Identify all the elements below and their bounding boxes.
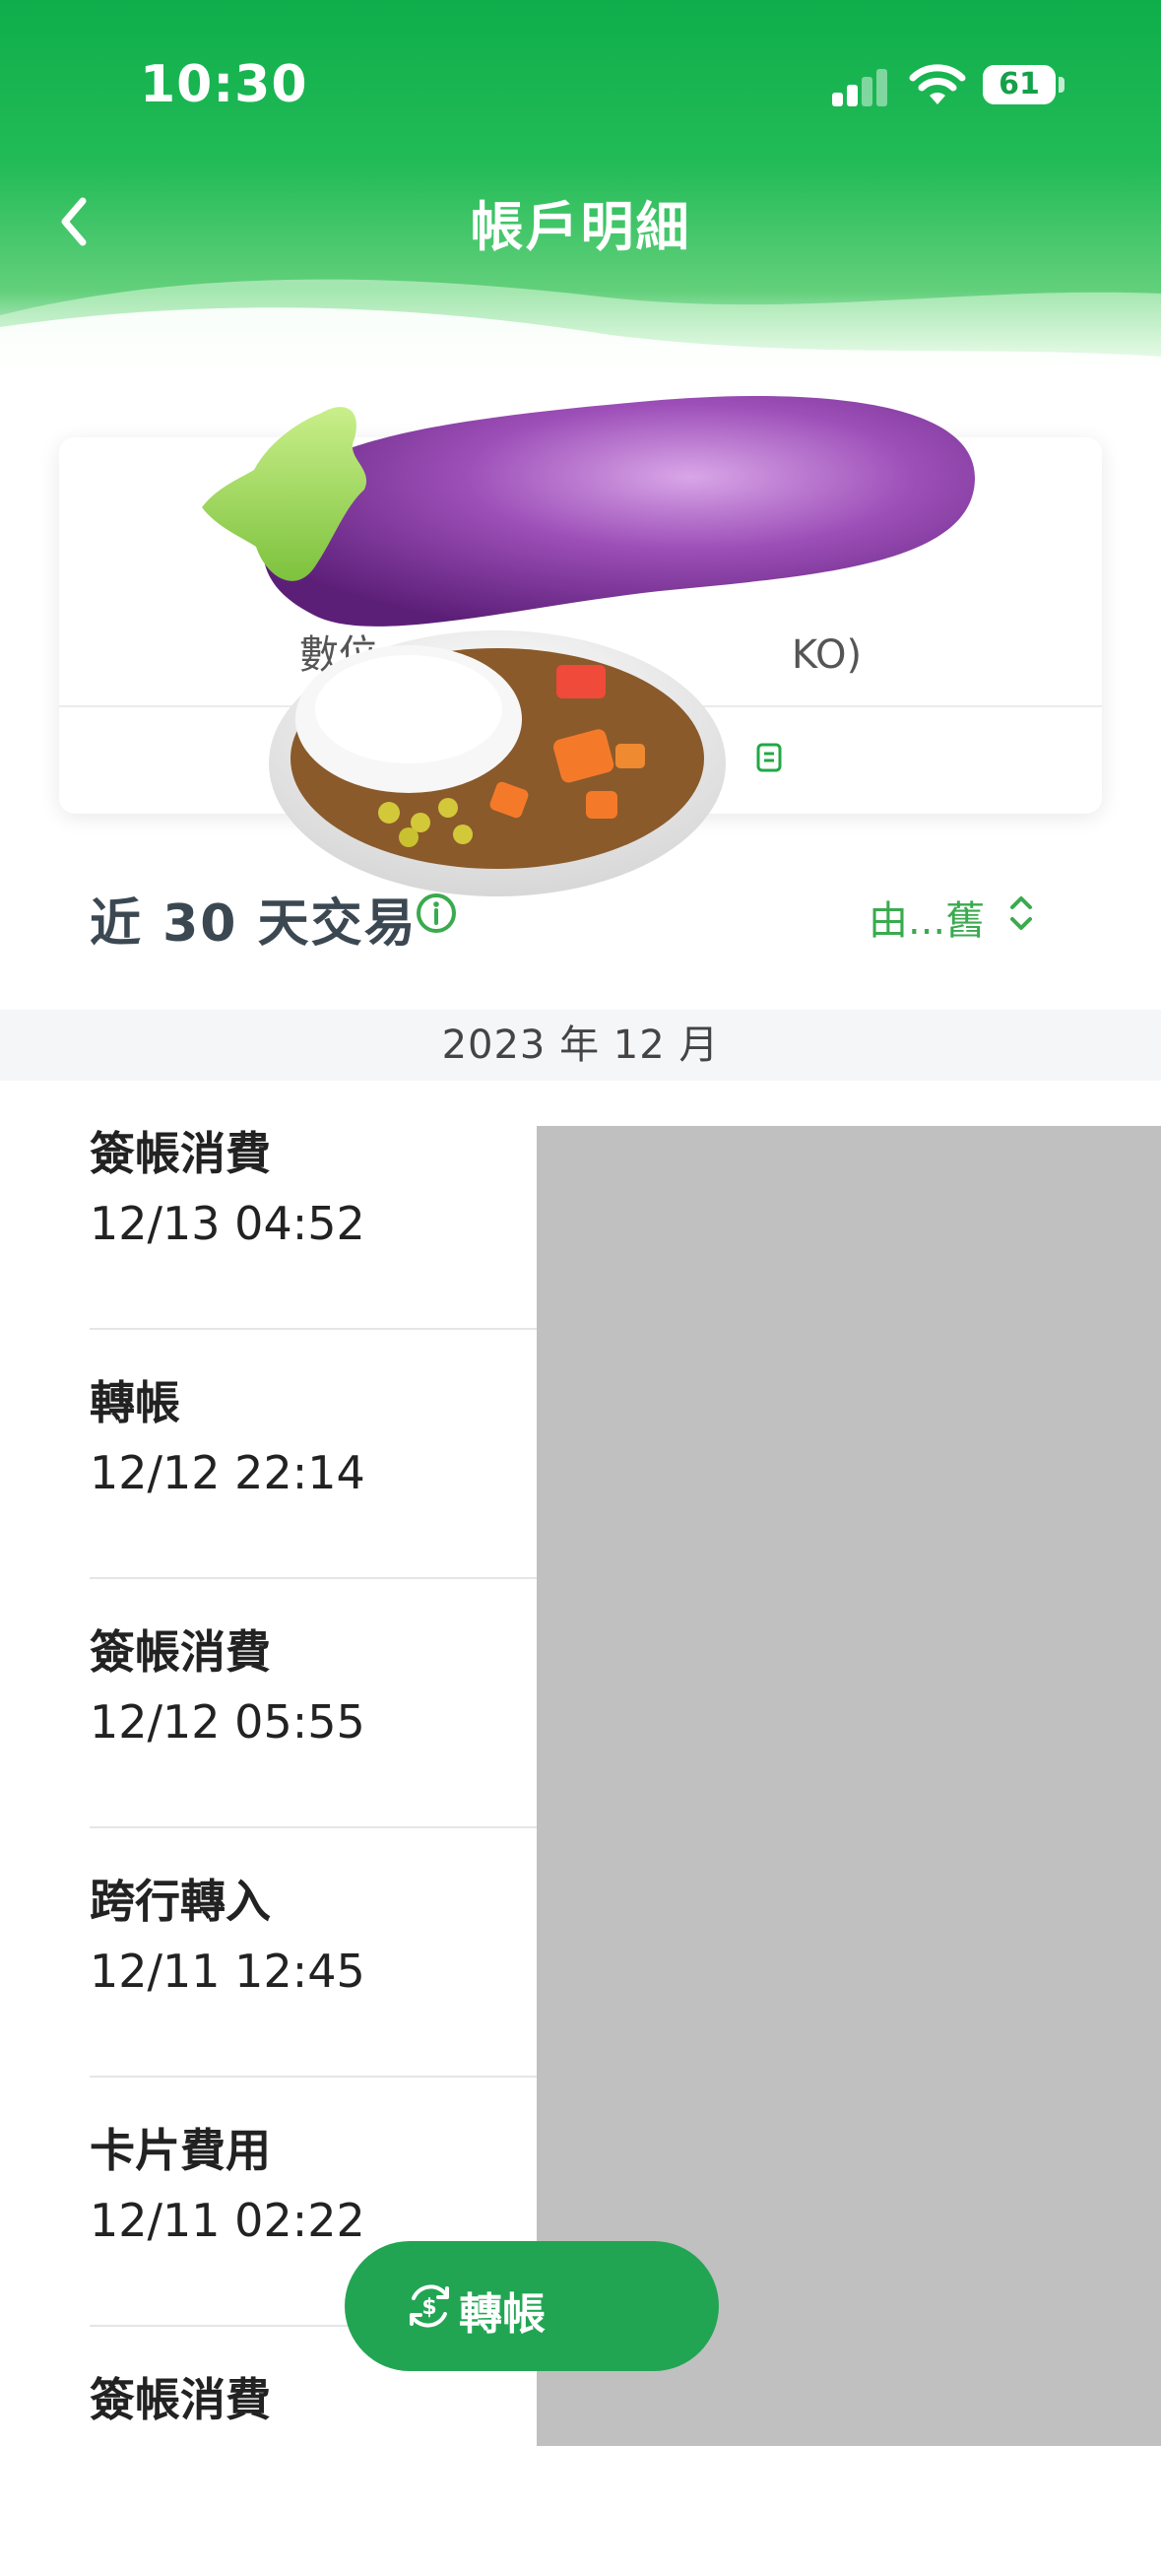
transaction-time: 12/13 04:52 <box>90 1197 365 1250</box>
transaction-time: 12/12 22:14 <box>90 1446 365 1499</box>
battery-tip <box>1059 77 1064 93</box>
transfer-button[interactable]: $ 轉帳 <box>345 2241 719 2371</box>
wifi-icon <box>909 64 966 104</box>
sort-button[interactable]: 由...舊 <box>869 889 985 946</box>
svg-text:$: $ <box>421 2295 436 2320</box>
month-label: 2023 年 12 月 <box>441 1023 720 1068</box>
battery-level: 61 <box>999 67 1040 101</box>
transaction-type: 簽帳消費 <box>90 1625 271 1679</box>
transaction-time: 12/11 12:45 <box>90 1945 365 1998</box>
page-title: 帳戶明細 <box>470 196 691 258</box>
header-wave <box>0 279 1161 364</box>
sort-icon[interactable] <box>1004 892 1038 935</box>
transaction-type: 跨行轉入 <box>90 1875 271 1928</box>
transfer-icon: $ <box>410 2284 449 2328</box>
battery-icon: 61 <box>983 65 1056 104</box>
month-header: 2023 年 12 月 <box>0 1010 1161 1081</box>
app-header: 10:30 61 帳戶明細 <box>0 0 1161 364</box>
transaction-time: 12/12 05:55 <box>90 1695 365 1749</box>
transfer-label: 轉帳 <box>459 2289 546 2340</box>
status-time: 10:30 <box>140 55 308 114</box>
signal-icon <box>832 67 891 106</box>
transaction-type: 簽帳消費 <box>90 1127 271 1180</box>
copy-icon <box>756 743 782 772</box>
transaction-type: 轉帳 <box>90 1376 180 1429</box>
transaction-time: 12/11 02:22 <box>90 2194 365 2247</box>
curry-rice-sticker <box>269 630 726 896</box>
transaction-type: 簽帳消費 <box>90 2373 271 2426</box>
transaction-type: 卡片費用 <box>90 2124 271 2177</box>
